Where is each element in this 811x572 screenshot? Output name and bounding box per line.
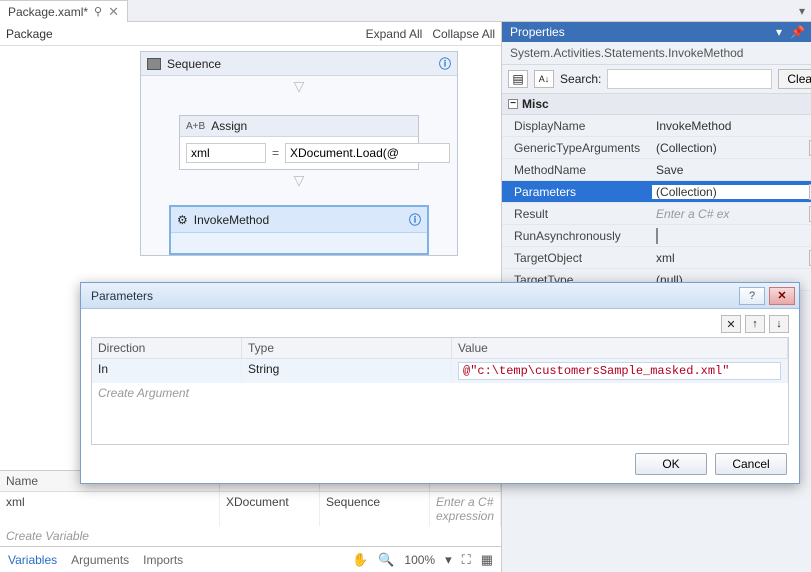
collapse-icon[interactable]: − [508,99,518,109]
col-type[interactable]: Type [242,338,452,359]
parameter-row[interactable]: In String @"c:\temp\customersSample_mask… [92,359,788,383]
help-button[interactable]: ? [739,287,765,305]
footer-tab-arguments[interactable]: Arguments [71,553,129,567]
sequence-activity[interactable]: Sequence ⓘ ▽ A+B Assign = ▽ [140,51,458,256]
move-down-button[interactable]: ↓ [769,315,789,333]
equals-label: = [272,146,279,160]
assign-label: Assign [211,119,247,133]
create-argument-hint[interactable]: Create Argument [92,383,788,403]
categorized-view-icon[interactable]: ▤ [508,70,528,88]
parameters-grid: Direction Type Value In String @"c:\temp… [91,337,789,445]
tab-dropdown-icon[interactable]: ▾ [799,4,805,18]
breadcrumb-bar: Package Expand All Collapse All [0,22,501,46]
overview-icon[interactable]: ▦ [481,552,493,568]
connector-arrow-icon: ▽ [141,76,457,97]
invokemethod-activity[interactable]: InvokeMethod ⓘ [169,205,429,255]
properties-title: Properties [510,25,565,39]
tab-bar-filler: ▾ [128,0,811,22]
prop-result[interactable]: Result Enter a C# ex … [502,203,811,225]
sequence-label: Sequence [167,57,221,71]
param-value-input[interactable]: @"c:\temp\customersSample_masked.xml" [458,362,781,380]
dialog-toolbar: ✕ ↑ ↓ [81,309,799,337]
prop-generictypearguments[interactable]: GenericTypeArguments (Collection) … [502,137,811,159]
prop-targetobject[interactable]: TargetObject xml … [502,247,811,269]
validation-icon[interactable]: ⓘ [409,211,421,228]
assign-to-input[interactable] [186,143,266,163]
prop-runasynchronously[interactable]: RunAsynchronously [502,225,811,247]
dialog-title: Parameters [91,289,153,303]
variable-row[interactable]: xml XDocument Sequence Enter a C# expres… [0,492,501,526]
expand-all-link[interactable]: Expand All [366,27,423,41]
zoom-dropdown-icon[interactable]: ▾ [445,552,452,568]
footer-tab-imports[interactable]: Imports [143,553,183,567]
properties-toolbar: ▤ A↓ Search: Clear [502,65,811,94]
properties-title-bar: Properties ▾ 📌 ✕ [502,22,811,42]
param-direction[interactable]: In [92,359,242,383]
document-tab-title: Package.xaml* [8,5,88,19]
cancel-button[interactable]: Cancel [715,453,787,475]
delete-argument-button[interactable]: ✕ [721,315,741,333]
create-variable-hint[interactable]: Create Variable [0,526,501,546]
sequence-icon [147,58,161,70]
var-default[interactable]: Enter a C# expression [430,492,501,526]
properties-type-label: System.Activities.Statements.InvokeMetho… [502,42,811,65]
dialog-title-bar[interactable]: Parameters ? ✕ [81,283,799,309]
zoom-level[interactable]: 100% [404,553,435,567]
collapse-all-link[interactable]: Collapse All [432,27,495,41]
document-tab[interactable]: Package.xaml* ⚲ ✕ [0,0,128,22]
zoom-icon[interactable]: 🔍 [378,552,394,568]
param-type[interactable]: String [242,359,452,383]
connector-arrow-icon: ▽ [141,170,457,191]
pin-icon[interactable]: ⚲ [94,5,102,18]
invokemethod-label: InvokeMethod [194,213,269,227]
fit-to-screen-icon[interactable]: ⛶ [462,552,471,568]
gear-icon [177,213,188,227]
assign-activity[interactable]: A+B Assign = [179,115,419,170]
parameters-dialog: Parameters ? ✕ ✕ ↑ ↓ Direction Type Valu… [80,282,800,484]
move-up-button[interactable]: ↑ [745,315,765,333]
property-category-misc[interactable]: − Misc [502,94,811,115]
prop-displayname[interactable]: DisplayName InvokeMethod [502,115,811,137]
tab-bar: Package.xaml* ⚲ ✕ ▾ [0,0,811,22]
assign-icon: A+B [186,121,205,132]
close-button[interactable]: ✕ [769,287,795,305]
pan-icon[interactable]: ✋ [352,552,368,568]
prop-parameters[interactable]: Parameters (Collection) … [502,181,811,203]
dropdown-icon[interactable]: ▾ [776,25,782,39]
ok-button[interactable]: OK [635,453,707,475]
pin-icon[interactable]: 📌 [790,25,805,39]
checkbox[interactable] [656,228,658,244]
alphabetical-view-icon[interactable]: A↓ [534,70,554,88]
validation-icon[interactable]: ⓘ [439,55,451,72]
clear-search-button[interactable]: Clear [778,69,811,89]
col-direction[interactable]: Direction [92,338,242,359]
search-label: Search: [560,72,601,86]
footer-tab-variables[interactable]: Variables [8,553,57,567]
prop-methodname[interactable]: MethodName Save [502,159,811,181]
breadcrumb[interactable]: Package [6,27,53,41]
close-tab-icon[interactable]: ✕ [108,5,119,18]
var-type[interactable]: XDocument [220,492,320,526]
designer-footer: Variables Arguments Imports ✋ 🔍 100% ▾ ⛶… [0,546,501,572]
assign-value-input[interactable] [285,143,450,163]
properties-search-input[interactable] [607,69,772,89]
var-scope[interactable]: Sequence [320,492,430,526]
col-value[interactable]: Value [452,338,788,359]
var-name[interactable]: xml [0,492,220,526]
